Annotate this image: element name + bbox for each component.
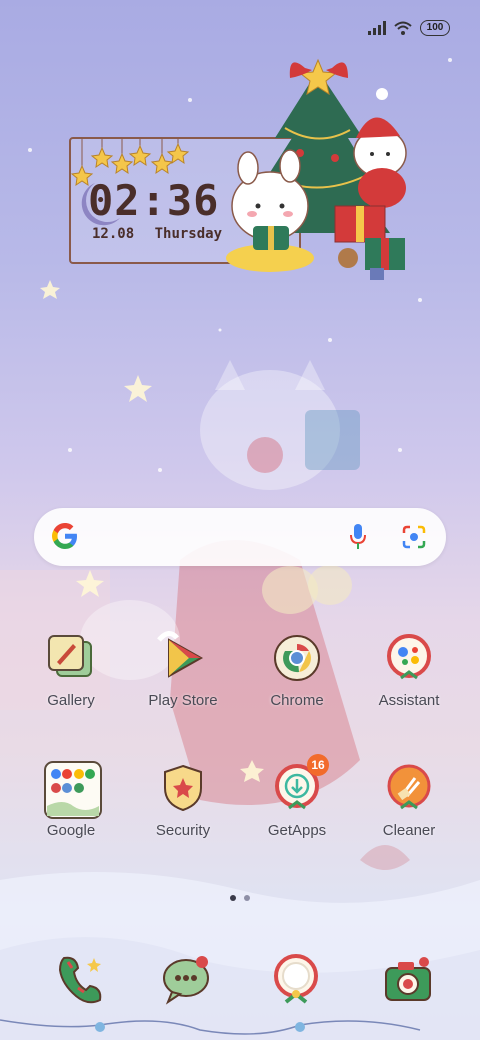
battery-indicator: 100 xyxy=(420,20,450,36)
page-dot-2[interactable] xyxy=(244,895,250,901)
getapps-icon: 16 xyxy=(269,754,329,816)
app-google-folder[interactable]: Google xyxy=(16,760,126,839)
page-indicator[interactable] xyxy=(0,895,480,901)
google-g-icon xyxy=(52,523,77,549)
phone-icon xyxy=(58,956,102,1004)
clock-day: Thursday xyxy=(154,226,223,242)
app-assistant[interactable]: Assistant xyxy=(354,630,464,709)
app-label: Play Store xyxy=(148,692,218,709)
app-label: Gallery xyxy=(47,692,95,709)
clock-widget[interactable]: 02:36 12.08 Thursday xyxy=(60,58,440,288)
camera-icon xyxy=(385,957,431,1001)
google-search-bar[interactable] xyxy=(34,508,446,566)
app-label: Google xyxy=(46,822,96,839)
dock-camera[interactable] xyxy=(378,950,438,1010)
status-bar: 100 xyxy=(0,0,480,56)
clock-date-value: 12.08 xyxy=(92,226,135,242)
play-store-icon xyxy=(155,630,211,686)
christmas-tree-illustration xyxy=(69,58,407,280)
signal-icon xyxy=(368,21,386,35)
app-chrome[interactable]: Chrome xyxy=(242,630,352,709)
google-folder-icon xyxy=(43,760,102,819)
app-getapps[interactable]: 16 GetApps xyxy=(242,754,352,839)
browser-icon xyxy=(274,954,318,1004)
clock-date: 12.08 Thursday xyxy=(92,226,222,242)
messages-icon xyxy=(163,956,209,1005)
security-shield-icon xyxy=(155,760,211,816)
dock-messages[interactable] xyxy=(156,950,216,1010)
cleaner-icon xyxy=(381,760,437,816)
assistant-icon xyxy=(381,630,437,686)
wifi-icon xyxy=(394,21,412,35)
app-label: Security xyxy=(155,822,211,839)
dock-browser[interactable] xyxy=(266,950,326,1010)
page-dot-1[interactable] xyxy=(230,895,236,901)
app-gallery[interactable]: Gallery xyxy=(16,630,126,709)
chrome-icon xyxy=(269,630,325,686)
mic-icon[interactable] xyxy=(350,524,366,550)
app-cleaner[interactable]: Cleaner xyxy=(354,760,464,839)
lens-icon[interactable] xyxy=(402,525,426,549)
app-security[interactable]: Security xyxy=(128,760,238,839)
app-label: GetApps xyxy=(267,822,327,839)
gallery-icon xyxy=(43,630,99,686)
clock-time: 02:36 xyxy=(88,176,220,225)
app-play-store[interactable]: Play Store xyxy=(128,630,238,709)
dock-phone[interactable] xyxy=(48,950,108,1010)
notification-badge: 16 xyxy=(307,754,329,776)
status-icons: 100 xyxy=(368,20,450,36)
app-label: Cleaner xyxy=(382,822,436,839)
app-label: Chrome xyxy=(270,692,324,709)
app-label: Assistant xyxy=(378,692,440,709)
